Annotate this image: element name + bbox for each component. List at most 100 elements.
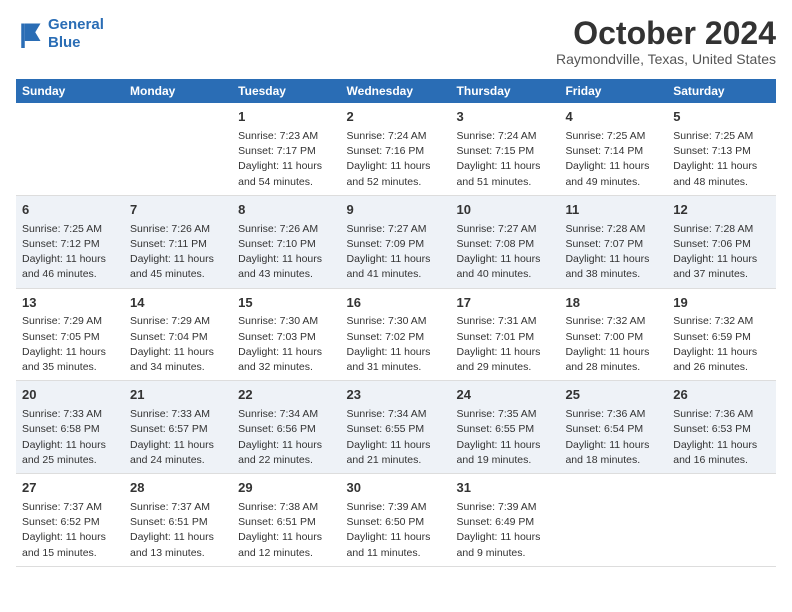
day-number: 30: [347, 479, 445, 498]
day-number: 18: [565, 294, 661, 313]
calendar-cell: 31 Sunrise: 7:39 AM Sunset: 6:49 PM Dayli…: [451, 474, 560, 567]
day-info: Sunrise: 7:34 AM Sunset: 6:55 PM Dayligh…: [347, 407, 445, 468]
day-info: Sunrise: 7:26 AM Sunset: 7:11 PM Dayligh…: [130, 222, 226, 283]
day-info: Sunrise: 7:25 AM Sunset: 7:13 PM Dayligh…: [673, 129, 770, 190]
day-number: 6: [22, 201, 118, 220]
calendar-cell: 27 Sunrise: 7:37 AM Sunset: 6:52 PM Dayli…: [16, 474, 124, 567]
calendar-cell: [16, 103, 124, 195]
day-number: 27: [22, 479, 118, 498]
calendar-week-row: 6 Sunrise: 7:25 AM Sunset: 7:12 PM Daylig…: [16, 195, 776, 288]
day-number: 21: [130, 386, 226, 405]
day-number: 12: [673, 201, 770, 220]
day-info: Sunrise: 7:38 AM Sunset: 6:51 PM Dayligh…: [238, 500, 334, 561]
column-header-sunday: Sunday: [16, 79, 124, 103]
calendar-table: SundayMondayTuesdayWednesdayThursdayFrid…: [16, 79, 776, 567]
column-header-wednesday: Wednesday: [341, 79, 451, 103]
calendar-cell: 23 Sunrise: 7:34 AM Sunset: 6:55 PM Dayli…: [341, 381, 451, 474]
calendar-cell: 30Sunrise: 7:39 AM Sunset: 6:50 PM Dayli…: [341, 474, 451, 567]
calendar-cell: 22Sunrise: 7:34 AM Sunset: 6:56 PM Dayli…: [232, 381, 340, 474]
day-number: 14: [130, 294, 226, 313]
calendar-cell: 16Sunrise: 7:30 AM Sunset: 7:02 PM Dayli…: [341, 288, 451, 381]
day-info: Sunrise: 7:36 AM Sunset: 6:53 PM Dayligh…: [673, 407, 770, 468]
day-info: Sunrise: 7:36 AM Sunset: 6:54 PM Dayligh…: [565, 407, 661, 468]
location: Raymondville, Texas, United States: [556, 51, 776, 67]
day-info: Sunrise: 7:24 AM Sunset: 7:16 PM Dayligh…: [347, 129, 445, 190]
calendar-cell: 14Sunrise: 7:29 AM Sunset: 7:04 PM Dayli…: [124, 288, 232, 381]
day-info: Sunrise: 7:32 AM Sunset: 6:59 PM Dayligh…: [673, 314, 770, 375]
calendar-cell: 12 Sunrise: 7:28 AM Sunset: 7:06 PM Dayli…: [667, 195, 776, 288]
day-info: Sunrise: 7:23 AM Sunset: 7:17 PM Dayligh…: [238, 129, 334, 190]
calendar-cell: 1Sunrise: 7:23 AM Sunset: 7:17 PM Daylig…: [232, 103, 340, 195]
calendar-week-row: 27 Sunrise: 7:37 AM Sunset: 6:52 PM Dayli…: [16, 474, 776, 567]
day-info: Sunrise: 7:34 AM Sunset: 6:56 PM Dayligh…: [238, 407, 334, 468]
day-info: Sunrise: 7:24 AM Sunset: 7:15 PM Dayligh…: [457, 129, 554, 190]
day-info: Sunrise: 7:37 AM Sunset: 6:51 PM Dayligh…: [130, 500, 226, 561]
day-number: 13: [22, 294, 118, 313]
day-info: Sunrise: 7:33 AM Sunset: 6:57 PM Dayligh…: [130, 407, 226, 468]
day-info: Sunrise: 7:28 AM Sunset: 7:07 PM Dayligh…: [565, 222, 661, 283]
column-header-saturday: Saturday: [667, 79, 776, 103]
day-info: Sunrise: 7:27 AM Sunset: 7:08 PM Dayligh…: [457, 222, 554, 283]
day-info: Sunrise: 7:31 AM Sunset: 7:01 PM Dayligh…: [457, 314, 554, 375]
day-number: 28: [130, 479, 226, 498]
calendar-week-row: 13Sunrise: 7:29 AM Sunset: 7:05 PM Dayli…: [16, 288, 776, 381]
day-info: Sunrise: 7:25 AM Sunset: 7:14 PM Dayligh…: [565, 129, 661, 190]
day-number: 17: [457, 294, 554, 313]
day-info: Sunrise: 7:27 AM Sunset: 7:09 PM Dayligh…: [347, 222, 445, 283]
calendar-week-row: 20Sunrise: 7:33 AM Sunset: 6:58 PM Dayli…: [16, 381, 776, 474]
calendar-cell: 6 Sunrise: 7:25 AM Sunset: 7:12 PM Daylig…: [16, 195, 124, 288]
column-header-tuesday: Tuesday: [232, 79, 340, 103]
calendar-cell: [559, 474, 667, 567]
day-number: 19: [673, 294, 770, 313]
calendar-cell: 4 Sunrise: 7:25 AM Sunset: 7:14 PM Daylig…: [559, 103, 667, 195]
day-number: 23: [347, 386, 445, 405]
calendar-cell: 7 Sunrise: 7:26 AM Sunset: 7:11 PM Daylig…: [124, 195, 232, 288]
calendar-cell: 21 Sunrise: 7:33 AM Sunset: 6:57 PM Dayli…: [124, 381, 232, 474]
day-info: Sunrise: 7:30 AM Sunset: 7:02 PM Dayligh…: [347, 314, 445, 375]
column-header-thursday: Thursday: [451, 79, 560, 103]
day-number: 25: [565, 386, 661, 405]
day-info: Sunrise: 7:28 AM Sunset: 7:06 PM Dayligh…: [673, 222, 770, 283]
calendar-week-row: 1Sunrise: 7:23 AM Sunset: 7:17 PM Daylig…: [16, 103, 776, 195]
day-number: 20: [22, 386, 118, 405]
calendar-cell: 10 Sunrise: 7:27 AM Sunset: 7:08 PM Dayli…: [451, 195, 560, 288]
day-info: Sunrise: 7:37 AM Sunset: 6:52 PM Dayligh…: [22, 500, 118, 561]
day-number: 2: [347, 108, 445, 127]
day-number: 7: [130, 201, 226, 220]
calendar-cell: 13Sunrise: 7:29 AM Sunset: 7:05 PM Dayli…: [16, 288, 124, 381]
page-header: General Blue October 2024 Raymondville, …: [16, 16, 776, 67]
day-number: 3: [457, 108, 554, 127]
title-block: October 2024 Raymondville, Texas, United…: [556, 16, 776, 67]
calendar-cell: 15Sunrise: 7:30 AM Sunset: 7:03 PM Dayli…: [232, 288, 340, 381]
day-number: 9: [347, 201, 445, 220]
calendar-cell: 17Sunrise: 7:31 AM Sunset: 7:01 PM Dayli…: [451, 288, 560, 381]
day-number: 29: [238, 479, 334, 498]
day-info: Sunrise: 7:29 AM Sunset: 7:04 PM Dayligh…: [130, 314, 226, 375]
day-info: Sunrise: 7:25 AM Sunset: 7:12 PM Dayligh…: [22, 222, 118, 283]
calendar-cell: 19Sunrise: 7:32 AM Sunset: 6:59 PM Dayli…: [667, 288, 776, 381]
logo-icon: [16, 20, 44, 48]
calendar-cell: 29 Sunrise: 7:38 AM Sunset: 6:51 PM Dayli…: [232, 474, 340, 567]
calendar-cell: 3 Sunrise: 7:24 AM Sunset: 7:15 PM Daylig…: [451, 103, 560, 195]
day-number: 24: [457, 386, 554, 405]
month-title: October 2024: [556, 16, 776, 51]
day-number: 4: [565, 108, 661, 127]
calendar-cell: 26 Sunrise: 7:36 AM Sunset: 6:53 PM Dayli…: [667, 381, 776, 474]
calendar-cell: 24Sunrise: 7:35 AM Sunset: 6:55 PM Dayli…: [451, 381, 560, 474]
calendar-cell: 25 Sunrise: 7:36 AM Sunset: 6:54 PM Dayli…: [559, 381, 667, 474]
calendar-cell: 18Sunrise: 7:32 AM Sunset: 7:00 PM Dayli…: [559, 288, 667, 381]
day-info: Sunrise: 7:32 AM Sunset: 7:00 PM Dayligh…: [565, 314, 661, 375]
calendar-cell: 11 Sunrise: 7:28 AM Sunset: 7:07 PM Dayli…: [559, 195, 667, 288]
day-number: 16: [347, 294, 445, 313]
day-number: 8: [238, 201, 334, 220]
calendar-cell: [667, 474, 776, 567]
day-number: 31: [457, 479, 554, 498]
day-info: Sunrise: 7:29 AM Sunset: 7:05 PM Dayligh…: [22, 314, 118, 375]
calendar-cell: [124, 103, 232, 195]
day-number: 26: [673, 386, 770, 405]
day-number: 10: [457, 201, 554, 220]
day-info: Sunrise: 7:39 AM Sunset: 6:49 PM Dayligh…: [457, 500, 554, 561]
day-number: 15: [238, 294, 334, 313]
calendar-cell: 28 Sunrise: 7:37 AM Sunset: 6:51 PM Dayli…: [124, 474, 232, 567]
day-number: 11: [565, 201, 661, 220]
